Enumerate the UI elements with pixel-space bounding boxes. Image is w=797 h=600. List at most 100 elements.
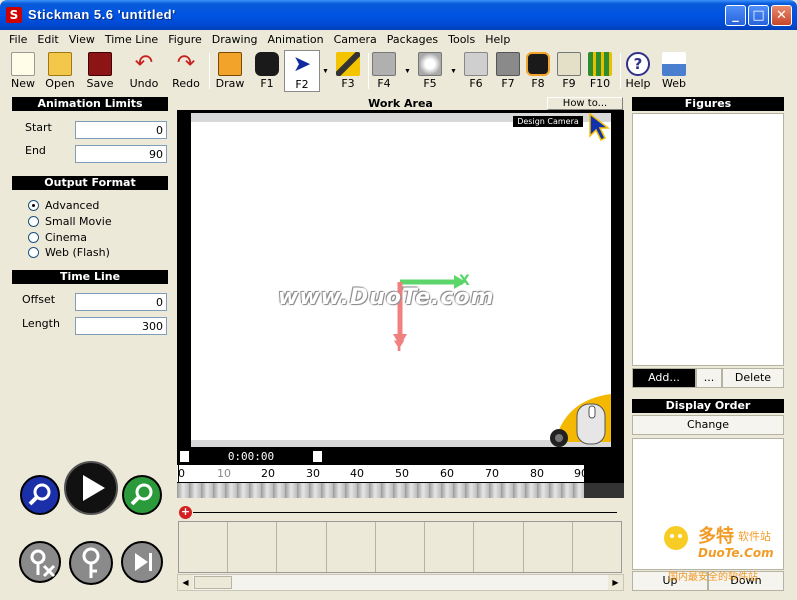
start-input[interactable]: 0 <box>75 121 167 139</box>
change-order-button[interactable]: Change <box>632 415 784 435</box>
f4-button[interactable]: F4 <box>366 50 402 92</box>
watermark-slogan: 国内最安全的软件站 <box>668 572 758 583</box>
keyframe-grid[interactable] <box>178 521 622 573</box>
offset-label: Offset <box>22 293 56 306</box>
undo-button[interactable]: ↶ Undo <box>126 50 162 92</box>
add-figure-button[interactable]: Add... <box>632 368 696 388</box>
site-watermark: 多特 软件站 DuoTe.Com 国内最安全的软件站 <box>660 520 790 590</box>
length-input[interactable]: 300 <box>75 317 167 335</box>
traffic-light-icon <box>557 52 581 76</box>
how-to-button[interactable]: How to... <box>547 97 623 110</box>
radio-button[interactable] <box>28 216 39 227</box>
minimize-button[interactable]: _ <box>725 5 746 26</box>
frame-cell[interactable] <box>474 522 524 572</box>
figure-options-button[interactable]: ... <box>696 368 722 388</box>
web-button[interactable]: Web <box>656 50 692 92</box>
play-button[interactable] <box>63 460 119 516</box>
radio-web-flash-label: Web (Flash) <box>45 246 110 259</box>
frame-cell[interactable] <box>524 522 573 572</box>
f2-dropdown-icon[interactable]: ▼ <box>322 68 329 75</box>
frame-cell[interactable] <box>179 522 229 572</box>
menu-figure[interactable]: Figure <box>163 31 207 48</box>
radio-button[interactable] <box>28 247 39 258</box>
radio-small-movie[interactable]: Small Movie <box>28 215 112 228</box>
bars-icon <box>588 52 612 76</box>
scroll-thumb[interactable] <box>194 576 232 589</box>
save-disk-icon <box>88 52 112 76</box>
next-frame-button[interactable] <box>120 540 164 584</box>
frame-cell[interactable] <box>376 522 426 572</box>
figures-list[interactable] <box>632 113 784 366</box>
radio-advanced[interactable]: Advanced <box>28 199 99 212</box>
f3-button[interactable]: F3 <box>330 50 366 92</box>
app-icon[interactable]: S <box>6 7 22 23</box>
maximize-button[interactable]: □ <box>748 5 769 26</box>
camera-cursor-icon[interactable] <box>586 112 614 142</box>
radio-cinema[interactable]: Cinema <box>28 231 87 244</box>
horizontal-scrollbar[interactable]: ◀ ▶ <box>177 574 624 591</box>
time-line-header: Time Line <box>12 270 168 284</box>
output-format-header: Output Format <box>12 176 168 190</box>
menu-help[interactable]: Help <box>480 31 515 48</box>
timeline-left-marker[interactable] <box>180 451 189 462</box>
watermark-cn-suffix: 软件站 <box>738 530 771 543</box>
new-button[interactable]: New <box>5 50 41 92</box>
key-button[interactable] <box>68 540 114 586</box>
menu-time-line[interactable]: Time Line <box>100 31 163 48</box>
radio-button-selected[interactable] <box>28 200 39 211</box>
frame-cell[interactable] <box>277 522 327 572</box>
zoom-in-button[interactable] <box>121 474 163 516</box>
menu-view[interactable]: View <box>64 31 100 48</box>
frame-cell[interactable] <box>327 522 376 572</box>
figure-select-icon <box>526 52 550 76</box>
undo-arrow-icon: ↶ <box>134 50 154 75</box>
title-bar[interactable]: S Stickman 5.6 'untitled' _ □ ✕ <box>0 0 797 30</box>
f2-button[interactable]: ➤ F2 <box>284 50 320 92</box>
open-folder-icon <box>48 52 72 76</box>
draw-button[interactable]: Draw <box>212 50 248 92</box>
web-globe-icon <box>662 52 686 76</box>
f10-button[interactable]: F10 <box>582 50 618 92</box>
camera-mouse-icon <box>550 394 611 447</box>
offset-input[interactable]: 0 <box>75 293 167 311</box>
open-button[interactable]: Open <box>42 50 78 92</box>
menu-packages[interactable]: Packages <box>382 31 443 48</box>
timeline-right-marker[interactable] <box>313 451 322 462</box>
frame-cell[interactable] <box>425 522 475 572</box>
circle-tool-icon <box>418 52 442 76</box>
menu-file[interactable]: File <box>4 31 32 48</box>
scroll-right-icon[interactable]: ▶ <box>608 575 623 590</box>
f6-button[interactable]: F6 <box>458 50 494 92</box>
scroll-left-icon[interactable]: ◀ <box>178 575 193 590</box>
f4-dropdown-icon[interactable]: ▼ <box>404 68 411 75</box>
menu-camera[interactable]: Camera <box>329 31 382 48</box>
frame-cell[interactable] <box>228 522 278 572</box>
menu-animation[interactable]: Animation <box>263 31 329 48</box>
close-button[interactable]: ✕ <box>771 5 792 26</box>
menu-drawing[interactable]: Drawing <box>207 31 263 48</box>
f5-dropdown-icon[interactable]: ▼ <box>450 68 457 75</box>
frame-strip-end <box>584 483 624 498</box>
redo-arrow-icon: ↷ <box>176 50 196 75</box>
end-input[interactable]: 90 <box>75 145 167 163</box>
save-button[interactable]: Save <box>82 50 118 92</box>
redo-button[interactable]: ↷ Redo <box>168 50 204 92</box>
radio-web-flash[interactable]: Web (Flash) <box>28 246 110 259</box>
add-key-button[interactable]: + <box>179 506 192 519</box>
help-question-icon: ? <box>626 52 650 76</box>
f1-button[interactable]: F1 <box>249 50 285 92</box>
time-display: 0:00:00 <box>227 450 275 463</box>
radio-button[interactable] <box>28 232 39 243</box>
frame-strip[interactable] <box>177 483 624 498</box>
frame-cell[interactable] <box>573 522 621 572</box>
length-label: Length <box>22 317 60 330</box>
menu-tools[interactable]: Tools <box>443 31 480 48</box>
remove-key-button[interactable] <box>18 540 62 584</box>
zoom-out-button[interactable] <box>19 474 61 516</box>
f5-button[interactable]: F5 <box>412 50 448 92</box>
ruler-end-zone <box>584 465 624 483</box>
menu-edit[interactable]: Edit <box>32 31 63 48</box>
watermark-cn-name: 多特 <box>698 526 734 547</box>
delete-figure-button[interactable]: Delete <box>722 368 784 388</box>
help-button[interactable]: ? Help <box>620 50 656 92</box>
